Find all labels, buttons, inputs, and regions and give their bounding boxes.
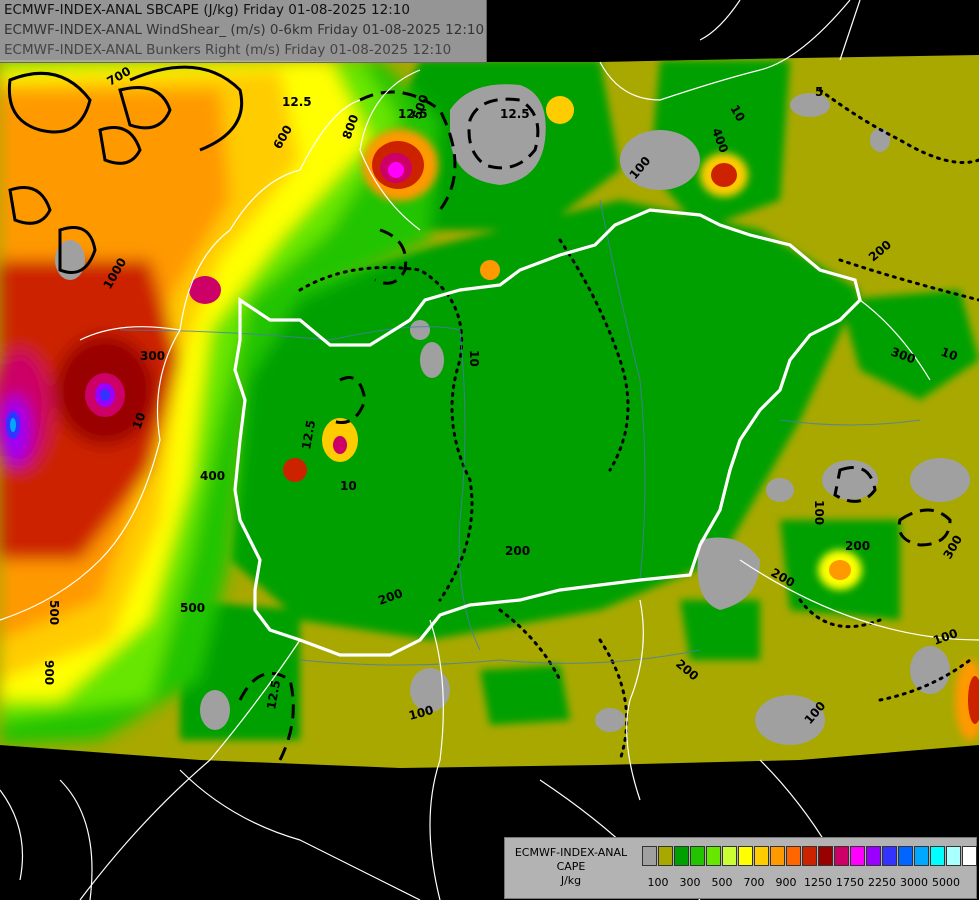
title-bunkers: ECMWF-INDEX-ANAL Bunkers Right (m/s) Fri… [4, 42, 452, 58]
legend-tick-label: 1750 [836, 876, 864, 889]
legend-tick-label: 2250 [868, 876, 896, 889]
contour-label: 900 [42, 660, 56, 685]
legend-swatch [690, 846, 705, 866]
legend-tick-label: 700 [743, 876, 765, 889]
legend-title-parameter: CAPE [556, 860, 586, 873]
legend-swatch [930, 846, 945, 866]
cape-map: 12.5 12.5 12.5 12.5 12.5 10 10 10 10 10 … [0, 0, 979, 900]
legend-title-unit: J/kg [560, 874, 582, 887]
legend-swatch [674, 846, 689, 866]
legend-swatch [786, 846, 801, 866]
contour-label: 10 [467, 350, 481, 367]
contour-label: 500 [47, 600, 61, 625]
contour-label: 5 [815, 85, 823, 99]
legend-title-source: ECMWF-INDEX-ANAL [514, 846, 628, 859]
contour-label: 100 [812, 500, 826, 525]
contour-label: 300 [140, 349, 165, 363]
legend-tick-label: 500 [711, 876, 733, 889]
legend-swatch [706, 846, 721, 866]
legend-swatch [658, 846, 673, 866]
legend-swatch [834, 846, 849, 866]
legend-swatch [754, 846, 769, 866]
color-legend: ECMWF-INDEX-ANAL CAPE J/kg 100 300 500 700 9… [504, 837, 977, 899]
contour-label: 12.5 [500, 107, 530, 121]
legend-tick-label: 5000 [932, 876, 960, 889]
legend-swatches [642, 846, 978, 866]
legend-swatch [770, 846, 785, 866]
legend-swatch [866, 846, 881, 866]
legend-swatch [722, 846, 737, 866]
legend-tick-label: 3000 [900, 876, 928, 889]
legend-swatch [642, 846, 657, 866]
legend-swatch [850, 846, 865, 866]
contour-label: 400 [200, 469, 225, 483]
legend-swatch [802, 846, 817, 866]
legend-swatch [946, 846, 961, 866]
legend-swatch [898, 846, 913, 866]
title-sbcape: ECMWF-INDEX-ANAL SBCAPE (J/kg) Friday 01… [4, 2, 410, 18]
map-title-box: ECMWF-INDEX-ANAL SBCAPE (J/kg) Friday 01… [0, 0, 487, 63]
contour-label: 12.5 [282, 95, 312, 109]
title-windshear: ECMWF-INDEX-ANAL WindShear_ (m/s) 0-6km … [4, 22, 485, 38]
legend-swatch [818, 846, 833, 866]
contour-label: 200 [505, 544, 530, 558]
contour-label: 500 [180, 601, 205, 615]
legend-tick-label: 1250 [804, 876, 832, 889]
legend-swatch [914, 846, 929, 866]
legend-tick-label: 900 [775, 876, 797, 889]
legend-tick-label: 100 [647, 876, 669, 889]
legend-swatch [962, 846, 977, 866]
legend-tick-label: 300 [679, 876, 701, 889]
cape-field [0, 55, 979, 768]
legend-swatch [738, 846, 753, 866]
legend-swatch [882, 846, 897, 866]
contour-label: 10 [340, 479, 357, 493]
contour-label: 200 [845, 539, 870, 553]
